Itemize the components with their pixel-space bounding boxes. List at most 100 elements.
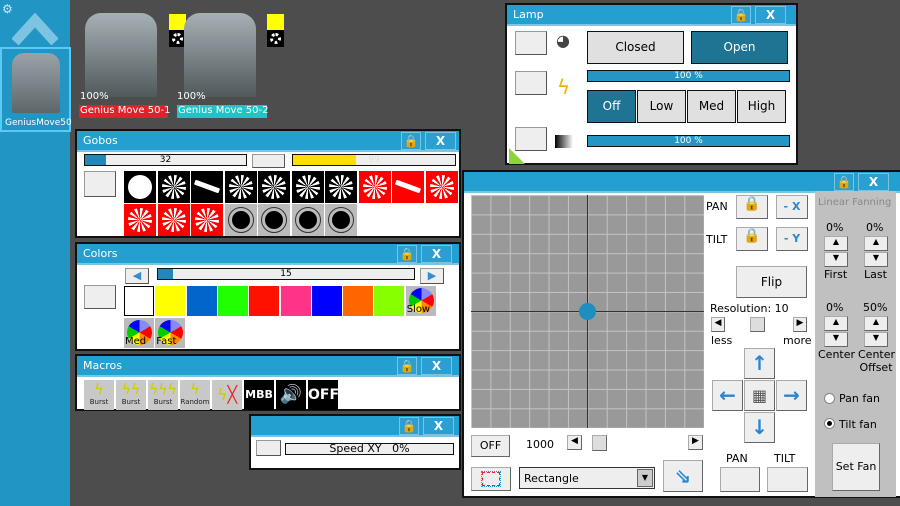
speed-title-bar[interactable]: 🔒 X	[251, 416, 459, 437]
flip-button[interactable]: Flip	[736, 266, 807, 298]
gobo-spiral-icon[interactable]	[157, 171, 190, 203]
first-down-button[interactable]: ▼	[824, 252, 848, 267]
first-up-button[interactable]: ▲	[824, 236, 848, 251]
macro-off[interactable]: OFF	[308, 380, 339, 410]
color-swatch[interactable]	[217, 286, 248, 316]
sound-icon[interactable]: 🔊	[276, 380, 306, 410]
resolution-more-button[interactable]: ▶	[793, 317, 807, 332]
gobo-split-spiral-red-icon[interactable]	[425, 171, 458, 203]
shutter-button[interactable]	[515, 31, 547, 55]
gobo-slider[interactable]: 32	[84, 154, 247, 166]
shape-preview-button[interactable]	[471, 467, 511, 491]
lamp-med-button[interactable]: Med	[687, 90, 736, 123]
speed-button[interactable]	[256, 440, 281, 456]
tilt-fan-radio[interactable]	[824, 418, 835, 429]
colors-title-bar[interactable]: Colors 🔒 X	[77, 244, 459, 265]
close-button[interactable]: X	[423, 417, 454, 435]
xy-title-bar[interactable]: 🔒 X	[464, 172, 900, 193]
chevron-up-icon[interactable]	[12, 8, 58, 46]
gobos-title-bar[interactable]: Gobos 🔒 X	[77, 131, 459, 152]
gobo-shard-icon[interactable]	[291, 171, 324, 203]
last-up-button[interactable]: ▲	[864, 236, 888, 251]
lock-icon[interactable]: 🔒	[399, 417, 419, 435]
tilt-lock-button[interactable]: 🔒	[736, 227, 768, 251]
effect-speed-thumb[interactable]	[592, 435, 607, 451]
center-button[interactable]: ▦	[744, 380, 775, 411]
fixture-2-name[interactable]: Genius Move 50-2	[177, 105, 268, 118]
macro-burst-1[interactable]: ϟ Burst	[84, 380, 114, 410]
close-button[interactable]: X	[755, 6, 786, 24]
fixture-1-name[interactable]: Genius Move 50-1	[79, 105, 170, 118]
arrow-left-button[interactable]: ←	[712, 380, 743, 411]
gobo-rotate-cw-icon[interactable]	[224, 204, 257, 236]
color-prev-button[interactable]: ◀	[125, 268, 149, 284]
lamp-title-bar[interactable]: Lamp 🔒 X	[507, 5, 796, 26]
close-button[interactable]: X	[421, 245, 452, 263]
lamp-high-button[interactable]: High	[737, 90, 786, 123]
resolution-less-button[interactable]: ◀	[711, 317, 725, 332]
fixture-1-image[interactable]	[85, 13, 157, 97]
macros-title-bar[interactable]: Macros 🔒 X	[77, 356, 459, 377]
offset-up-button[interactable]: ▲	[864, 316, 888, 331]
xy-position-handle[interactable]	[579, 303, 596, 320]
lamp-off-button[interactable]: Off	[587, 90, 636, 123]
shutter-closed-button[interactable]: Closed	[587, 31, 684, 64]
gobo-rotate-ccw-1-icon[interactable]	[258, 204, 290, 236]
close-button[interactable]: X	[421, 357, 452, 375]
macro-mbb[interactable]: MBB	[244, 380, 274, 410]
set-fan-button[interactable]: Set Fan	[832, 443, 880, 491]
lock-icon[interactable]: 🔒	[731, 6, 751, 24]
effect-speed-more[interactable]: ▶	[688, 435, 703, 450]
arrow-up-button[interactable]: ↑	[744, 348, 775, 379]
close-button[interactable]: X	[425, 132, 456, 150]
arrow-right-button[interactable]: →	[776, 380, 807, 411]
lock-icon[interactable]: 🔒	[401, 132, 421, 150]
gobo-line-icon[interactable]	[191, 171, 223, 203]
gobo-line-red-icon[interactable]	[392, 171, 424, 203]
fixture-type-item[interactable]: GeniusMove50	[0, 47, 72, 132]
effect-speed-less[interactable]: ◀	[567, 435, 582, 450]
lock-icon[interactable]: 🔒	[397, 357, 417, 375]
color-wheel-fast-button[interactable]: Fast	[155, 318, 186, 348]
macro-random[interactable]: ϟ Random	[180, 380, 210, 410]
pan-fan-radio[interactable]	[824, 393, 835, 404]
gobo-rotate-cw-2-icon[interactable]	[325, 204, 357, 236]
color-swatch[interactable]	[155, 286, 186, 316]
color-reset-button[interactable]	[84, 285, 116, 309]
center-down-button[interactable]: ▼	[824, 332, 848, 347]
gobo-stars-red-icon[interactable]	[191, 204, 223, 236]
lamp-power-bar[interactable]: 100 %	[587, 70, 790, 82]
dimmer-bar[interactable]: 100 %	[587, 135, 790, 147]
tilt-value-button[interactable]	[767, 467, 808, 492]
add-corner-icon[interactable]	[509, 148, 525, 164]
color-swatch[interactable]	[124, 286, 154, 316]
invert-x-button[interactable]: - X	[776, 195, 808, 219]
gobo-rotation-slider[interactable]: 99	[292, 154, 456, 166]
color-swatch[interactable]	[280, 286, 311, 316]
gobo-flower-red-icon[interactable]	[124, 204, 156, 236]
gobo-split-spiral-icon[interactable]	[224, 171, 257, 203]
last-down-button[interactable]: ▼	[864, 252, 888, 267]
color-swatch[interactable]	[374, 286, 405, 316]
offset-down-button[interactable]: ▼	[864, 332, 888, 347]
macro-burst-2[interactable]: ϟϟ Burst	[116, 380, 146, 410]
macro-burst-3[interactable]: ϟϟϟ Burst	[148, 380, 178, 410]
center-up-button[interactable]: ▲	[824, 316, 848, 331]
fixture-2-image[interactable]	[184, 13, 256, 97]
gobo-reset-button[interactable]	[84, 171, 116, 197]
gobo-rotate-ccw-2-icon[interactable]	[291, 204, 324, 236]
color-swatch[interactable]	[311, 286, 342, 316]
color-swatch[interactable]	[343, 286, 374, 316]
gobo-button[interactable]	[252, 154, 285, 168]
pan-lock-button[interactable]: 🔒	[736, 195, 768, 219]
gobo-shard-red-icon[interactable]	[157, 204, 190, 236]
shape-select[interactable]: Rectangle ▼	[519, 467, 655, 489]
gobo-stars-icon[interactable]	[325, 171, 357, 203]
invert-y-button[interactable]: - Y	[776, 227, 808, 251]
strobe-off-icon[interactable]: ϟ╳	[212, 380, 242, 410]
color-swatch[interactable]	[249, 286, 280, 316]
color-slider[interactable]: 15	[157, 268, 415, 280]
color-swatch[interactable]	[186, 286, 217, 316]
close-button[interactable]: X	[858, 173, 889, 191]
lamp-low-button[interactable]: Low	[637, 90, 686, 123]
